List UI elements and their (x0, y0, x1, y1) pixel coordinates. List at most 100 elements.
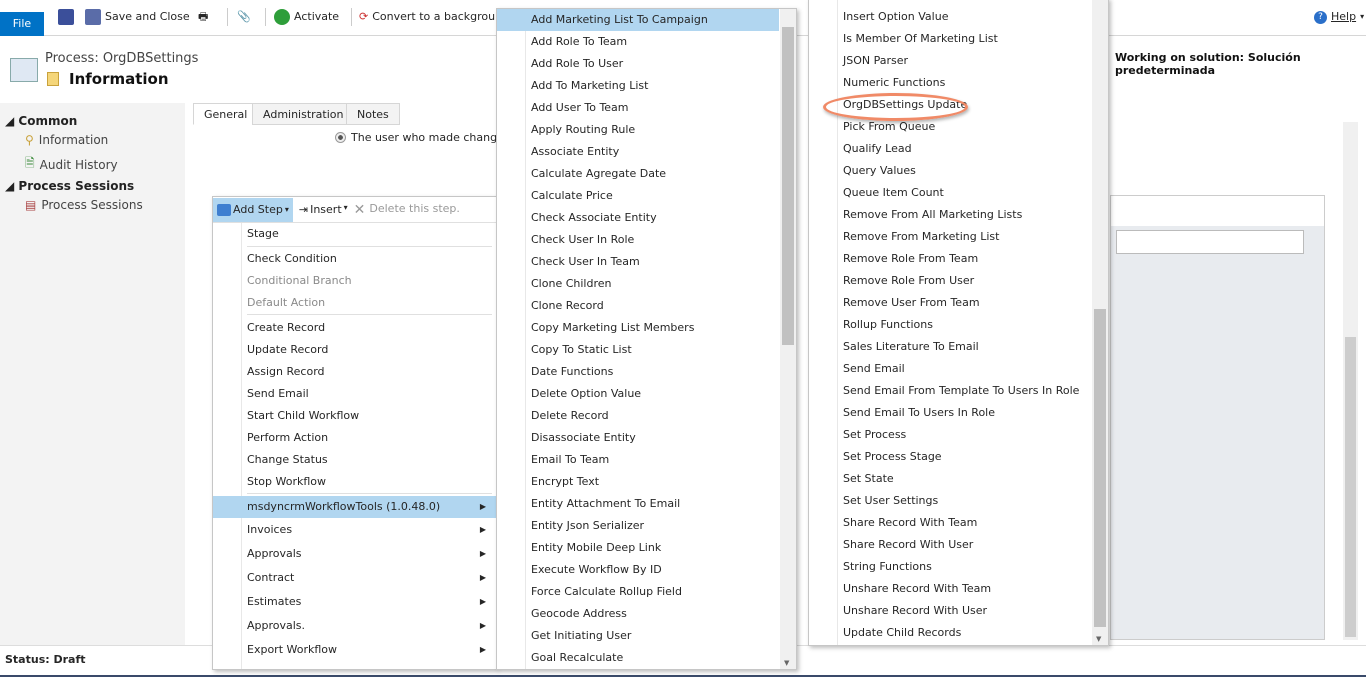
menu-item[interactable]: Entity Mobile Deep Link (497, 537, 796, 559)
tab-administration[interactable]: Administration (252, 103, 355, 125)
scroll-down-icon[interactable]: ▼ (1096, 635, 1101, 643)
menu-item[interactable]: Assign Record (213, 361, 496, 383)
menu-item[interactable]: Send Email To Users In Role (809, 402, 1108, 424)
menu-item[interactable]: Set State (809, 468, 1108, 490)
menu-item[interactable]: Unshare Record With User (809, 600, 1108, 622)
menu-item[interactable]: Check Associate Entity (497, 207, 796, 229)
menu-item[interactable]: Estimates ▶ (213, 591, 496, 613)
menu-item[interactable]: Conditional Branch (213, 270, 496, 292)
menu-item[interactable]: Force Calculate Rollup Field (497, 581, 796, 603)
scrollbar-thumb[interactable] (1094, 309, 1106, 627)
activate-button[interactable]: Activate (274, 8, 339, 26)
menu-item[interactable]: Calculate Agregate Date (497, 163, 796, 185)
menu-item[interactable]: Set Process Stage (809, 446, 1108, 468)
menu-item[interactable]: Qualify Lead (809, 138, 1108, 160)
help-button[interactable]: ? Help ▾ (1314, 8, 1364, 26)
menu-item[interactable]: Contract ▶ (213, 567, 496, 589)
menu-item[interactable]: Calculate Price (497, 185, 796, 207)
menu-item[interactable]: Disassociate Entity (497, 427, 796, 449)
tab-general[interactable]: General (193, 103, 259, 125)
menu-item[interactable]: Email To Team (497, 449, 796, 471)
menu-item[interactable]: Default Action (213, 292, 496, 314)
menu-item[interactable]: Delete Option Value (497, 383, 796, 405)
scrollbar-thumb[interactable] (1345, 337, 1356, 637)
convert-button[interactable]: ⟳ Convert to a background (359, 8, 509, 26)
menu-item[interactable]: msdyncrmWorkflowTools (1.0.48.0) ▶ (213, 496, 496, 518)
menu-item[interactable]: Export Workflow ▶ (213, 639, 496, 661)
tab-notes[interactable]: Notes (346, 103, 400, 125)
menu-item[interactable]: Sales Literature To Email (809, 336, 1108, 358)
add-step-button[interactable]: Add Step ▾ (213, 197, 293, 222)
menu-item[interactable]: Perform Action (213, 427, 496, 449)
menu-item[interactable]: Check User In Role (497, 229, 796, 251)
menu-item[interactable]: Numeric Functions (809, 72, 1108, 94)
menu-item[interactable]: Create Record (213, 317, 496, 339)
menu-item[interactable]: Stage (213, 223, 496, 245)
menu-item[interactable]: Send Email From Template To Users In Rol… (809, 380, 1108, 402)
menu-item[interactable]: Encrypt Text (497, 471, 796, 493)
insert-button[interactable]: ⇥ Insert ▾ (299, 203, 348, 216)
sidebar-item-process-sessions[interactable]: ▤ Process Sessions (25, 198, 143, 212)
menu-item[interactable]: Unshare Record With Team (809, 578, 1108, 600)
menu-item[interactable]: Remove User From Team (809, 292, 1108, 314)
menu-item[interactable]: Clone Record (497, 295, 796, 317)
menu-item[interactable]: Clone Children (497, 273, 796, 295)
sidebar-item-audit-history[interactable]: 🗎 Audit History (25, 154, 118, 175)
menu-item[interactable]: Send Email (809, 358, 1108, 380)
print-button[interactable]: 🖶 (198, 8, 208, 26)
nav-group-common[interactable]: ◢ Common (5, 114, 77, 128)
menu-item[interactable]: Entity Attachment To Email (497, 493, 796, 515)
menu-item[interactable]: Pick From Queue (809, 116, 1108, 138)
menu-item[interactable]: Add Marketing List To Campaign (497, 9, 779, 31)
menu-item[interactable]: Add Role To User (497, 53, 796, 75)
nav-group-process-sessions[interactable]: ◢ Process Sessions (5, 179, 134, 193)
menu-item[interactable]: Add To Marketing List (497, 75, 796, 97)
scrollbar-thumb[interactable] (782, 27, 794, 345)
menu-item[interactable]: Set User Settings (809, 490, 1108, 512)
menu-item[interactable]: Send Email (213, 383, 496, 405)
menu-item[interactable]: JSON Parser (809, 50, 1108, 72)
menu-item[interactable]: Update Child Records (809, 622, 1108, 644)
menu-item[interactable]: Approvals. ▶ (213, 615, 496, 637)
menu-item[interactable]: Delete Record (497, 405, 796, 427)
menu-item[interactable]: Query Values (809, 160, 1108, 182)
menu-item[interactable]: Apply Routing Rule (497, 119, 796, 141)
menu-item[interactable]: Share Record With User (809, 534, 1108, 556)
menu-item[interactable]: Goal Recalculate (497, 647, 796, 669)
submenu-scrollbar[interactable]: ▼ (780, 9, 796, 669)
delete-step-button[interactable]: ✕ Delete this step. (354, 202, 460, 218)
menu-item[interactable]: String Functions (809, 556, 1108, 578)
page-scrollbar[interactable] (1343, 122, 1358, 640)
file-button[interactable]: File (0, 12, 44, 36)
menu-item[interactable]: Add Role To Team (497, 31, 796, 53)
menu-item[interactable]: Check Condition (213, 248, 496, 270)
scroll-down-icon[interactable]: ▼ (784, 659, 789, 667)
menu-item[interactable]: Stop Workflow (213, 471, 496, 493)
radio-button[interactable] (335, 132, 346, 143)
submenu-scrollbar[interactable]: ▼ (1092, 0, 1108, 645)
menu-item[interactable]: Set Process (809, 424, 1108, 446)
menu-item[interactable]: Associate Entity (497, 141, 796, 163)
menu-item[interactable]: Execute Workflow By ID (497, 559, 796, 581)
menu-item[interactable]: Get Initiating User (497, 625, 796, 647)
menu-item[interactable]: Invoices ▶ (213, 519, 496, 541)
menu-item[interactable]: Update Record (213, 339, 496, 361)
menu-item[interactable]: Queue Item Count (809, 182, 1108, 204)
menu-item[interactable]: Remove Role From Team (809, 248, 1108, 270)
menu-item[interactable]: Copy To Static List (497, 339, 796, 361)
menu-item[interactable]: Entity Json Serializer (497, 515, 796, 537)
menu-item[interactable]: Copy Marketing List Members (497, 317, 796, 339)
menu-item[interactable]: Rollup Functions (809, 314, 1108, 336)
menu-item[interactable]: Remove From All Marketing Lists (809, 204, 1108, 226)
menu-item[interactable]: Start Child Workflow (213, 405, 496, 427)
save-button[interactable] (58, 8, 74, 26)
menu-item[interactable]: Share Record With Team (809, 512, 1108, 534)
sidebar-item-information[interactable]: ⚲ Information (25, 133, 108, 147)
save-and-close-button[interactable]: Save and Close (85, 8, 190, 26)
menu-item[interactable]: Is Member Of Marketing List (809, 28, 1108, 50)
menu-item[interactable]: Insert Option Value (809, 6, 1108, 28)
menu-item[interactable]: Check User In Team (497, 251, 796, 273)
menu-item[interactable]: Remove Role From User (809, 270, 1108, 292)
menu-item[interactable]: Add User To Team (497, 97, 796, 119)
menu-item[interactable]: Date Functions (497, 361, 796, 383)
